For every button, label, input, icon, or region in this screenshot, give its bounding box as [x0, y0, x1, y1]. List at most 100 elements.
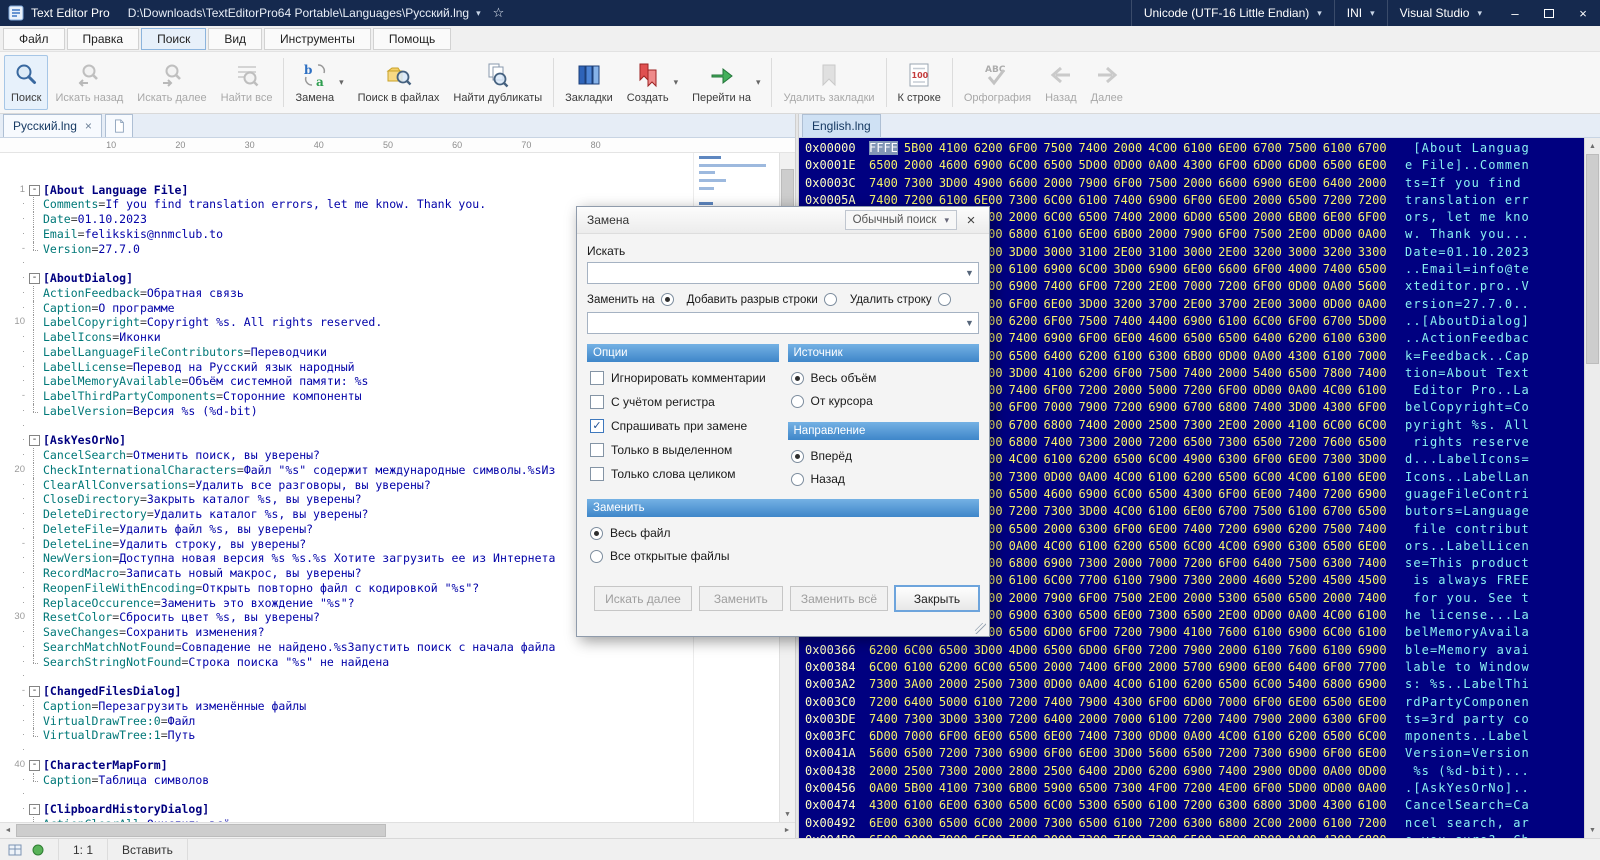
hex-word[interactable]: 0D00 — [1044, 470, 1073, 484]
hex-word[interactable]: 0A00 — [1009, 539, 1038, 553]
hex-word[interactable]: 6500 — [1078, 210, 1107, 224]
find-input[interactable]: ▼ — [587, 262, 979, 284]
hex-word[interactable]: 6500 — [1183, 331, 1212, 345]
hex-word[interactable]: 0A00 — [1148, 158, 1177, 172]
hex-word[interactable]: 7600 — [1323, 435, 1352, 449]
hex-word[interactable]: 6F00 — [1358, 400, 1387, 414]
hex-word[interactable]: 6E00 — [1358, 470, 1387, 484]
hex-word[interactable]: 7200 — [1148, 816, 1177, 830]
hex-word[interactable]: 2000 — [939, 677, 968, 691]
hex-word[interactable]: 6500 — [1044, 158, 1073, 172]
hex-word[interactable]: 7400 — [1183, 522, 1212, 536]
hex-word[interactable]: 7800 — [1323, 366, 1352, 380]
hex-word[interactable]: 6900 — [1044, 262, 1073, 276]
checkbox[interactable] — [590, 443, 604, 457]
hex-word[interactable]: 7900 — [1044, 591, 1073, 605]
hex-word[interactable]: 6100 — [904, 798, 933, 812]
hex-word[interactable]: 6300 — [1183, 816, 1212, 830]
hex-word[interactable]: 6500 — [1183, 833, 1212, 838]
hex-word[interactable]: 4C00 — [1218, 729, 1247, 743]
hex-word[interactable]: 6F00 — [1323, 660, 1352, 674]
hex-word[interactable]: 6E00 — [869, 816, 898, 830]
hex-word[interactable]: 2000 — [1113, 141, 1142, 155]
hex-word[interactable]: 7000 — [1218, 695, 1247, 709]
hex-word[interactable]: 4300 — [1183, 487, 1212, 501]
hex-word[interactable]: 7200 — [1358, 193, 1387, 207]
hex-word[interactable]: 7900 — [1253, 712, 1282, 726]
hex-word[interactable]: 7400 — [869, 712, 898, 726]
hex-word[interactable]: 7300 — [1044, 504, 1073, 518]
hex-word[interactable]: 2E00 — [1253, 297, 1282, 311]
hex-word[interactable]: 5600 — [869, 746, 898, 760]
hex-word[interactable]: 6C00 — [974, 660, 1003, 674]
hex-word[interactable]: 6800 — [1218, 816, 1247, 830]
hex-word[interactable]: 6E00 — [1044, 729, 1073, 743]
hex-vscrollbar[interactable]: ▲ ▼ — [1584, 138, 1600, 838]
hex-word[interactable]: 7300 — [1009, 677, 1038, 691]
hex-word[interactable]: 5200 — [1288, 573, 1317, 587]
hex-word[interactable]: 6F00 — [1078, 279, 1107, 293]
hex-word[interactable]: 6100 — [939, 193, 968, 207]
hex-word[interactable]: 4600 — [1253, 573, 1282, 587]
hex-word[interactable]: 7400 — [1358, 556, 1387, 570]
hex-word[interactable]: 7500 — [1253, 504, 1282, 518]
hex-word[interactable]: 6200 — [1078, 366, 1107, 380]
hex-word[interactable]: 6F00 — [1009, 400, 1038, 414]
tab-english-lng[interactable]: English.lng — [802, 114, 881, 137]
hex-word[interactable]: 7200 — [1113, 279, 1142, 293]
hex-word[interactable]: 2000 — [1009, 210, 1038, 224]
hex-word[interactable]: 6300 — [974, 798, 1003, 812]
hex-word[interactable]: 6200 — [869, 643, 898, 657]
hex-word[interactable]: 6500 — [1183, 435, 1212, 449]
hex-word[interactable]: 6500 — [1009, 487, 1038, 501]
hex-word[interactable]: 7300 — [1113, 781, 1142, 795]
toolbar-search-files-button[interactable]: Поиск в файлах — [351, 55, 447, 110]
hex-word[interactable]: 7400 — [1113, 193, 1142, 207]
scroll-down-icon[interactable]: ▼ — [780, 806, 795, 822]
hex-word[interactable]: 6F00 — [1113, 522, 1142, 536]
hex-word[interactable]: 7200 — [904, 193, 933, 207]
hex-word[interactable]: 6900 — [1253, 539, 1282, 553]
scope-radio-1[interactable]: Все открытые файлы — [590, 549, 979, 563]
hex-word[interactable]: 2000 — [1323, 591, 1352, 605]
option-checkbox-4[interactable]: Только слова целиком — [590, 467, 779, 481]
favorite-star-icon[interactable]: ☆ — [493, 5, 505, 21]
toolbar-bookmark-goto-button[interactable]: Перейти на▾ — [685, 55, 767, 110]
hex-word[interactable]: 6100 — [1183, 141, 1212, 155]
hex-word[interactable]: 7400 — [1358, 522, 1387, 536]
hex-word[interactable]: 6F00 — [1113, 643, 1142, 657]
chevron-down-icon[interactable]: ▾ — [339, 77, 344, 88]
hex-word[interactable]: 7500 — [1323, 522, 1352, 536]
hex-word[interactable]: 6E00 — [1078, 227, 1107, 241]
replace-mode-option-0[interactable]: Заменить на — [587, 293, 674, 306]
hex-word[interactable]: 2000 — [1218, 366, 1247, 380]
hex-word[interactable]: 6500 — [1009, 625, 1038, 639]
hex-word[interactable]: 7400 — [1358, 366, 1387, 380]
hex-word[interactable]: 6300 — [1358, 331, 1387, 345]
menu-item-5[interactable]: Помощь — [373, 28, 451, 50]
hex-word[interactable]: 6D00 — [1288, 158, 1317, 172]
hex-word[interactable]: 7200 — [1218, 279, 1247, 293]
hex-word[interactable]: 6100 — [1323, 643, 1352, 657]
hex-word[interactable]: 6800 — [1358, 833, 1387, 838]
hex-word[interactable]: 6F00 — [1113, 366, 1142, 380]
hex-word[interactable]: 6C00 — [1358, 418, 1387, 432]
hex-word[interactable]: 6100 — [1148, 504, 1177, 518]
hex-word[interactable]: 6F00 — [1009, 297, 1038, 311]
hex-word[interactable]: 3300 — [974, 712, 1003, 726]
hex-word[interactable]: 3D00 — [939, 176, 968, 190]
hex-word[interactable]: 6100 — [1148, 798, 1177, 812]
hex-word[interactable]: 7400 — [1113, 210, 1142, 224]
hex-word[interactable]: 6F00 — [1358, 210, 1387, 224]
hex-word[interactable]: 6300 — [1044, 608, 1073, 622]
hex-word[interactable]: 7400 — [1183, 366, 1212, 380]
hex-word[interactable]: 7000 — [1148, 556, 1177, 570]
hex-word[interactable]: 6E00 — [1218, 141, 1247, 155]
hex-word[interactable]: 2000 — [904, 158, 933, 172]
hex-word[interactable]: 6400 — [1323, 176, 1352, 190]
hex-word[interactable]: 7200 — [1113, 400, 1142, 414]
hex-word[interactable]: 6500 — [1009, 729, 1038, 743]
hex-word[interactable]: 6900 — [1358, 487, 1387, 501]
hex-word[interactable]: 3100 — [1078, 245, 1107, 259]
checkbox[interactable] — [590, 395, 604, 409]
